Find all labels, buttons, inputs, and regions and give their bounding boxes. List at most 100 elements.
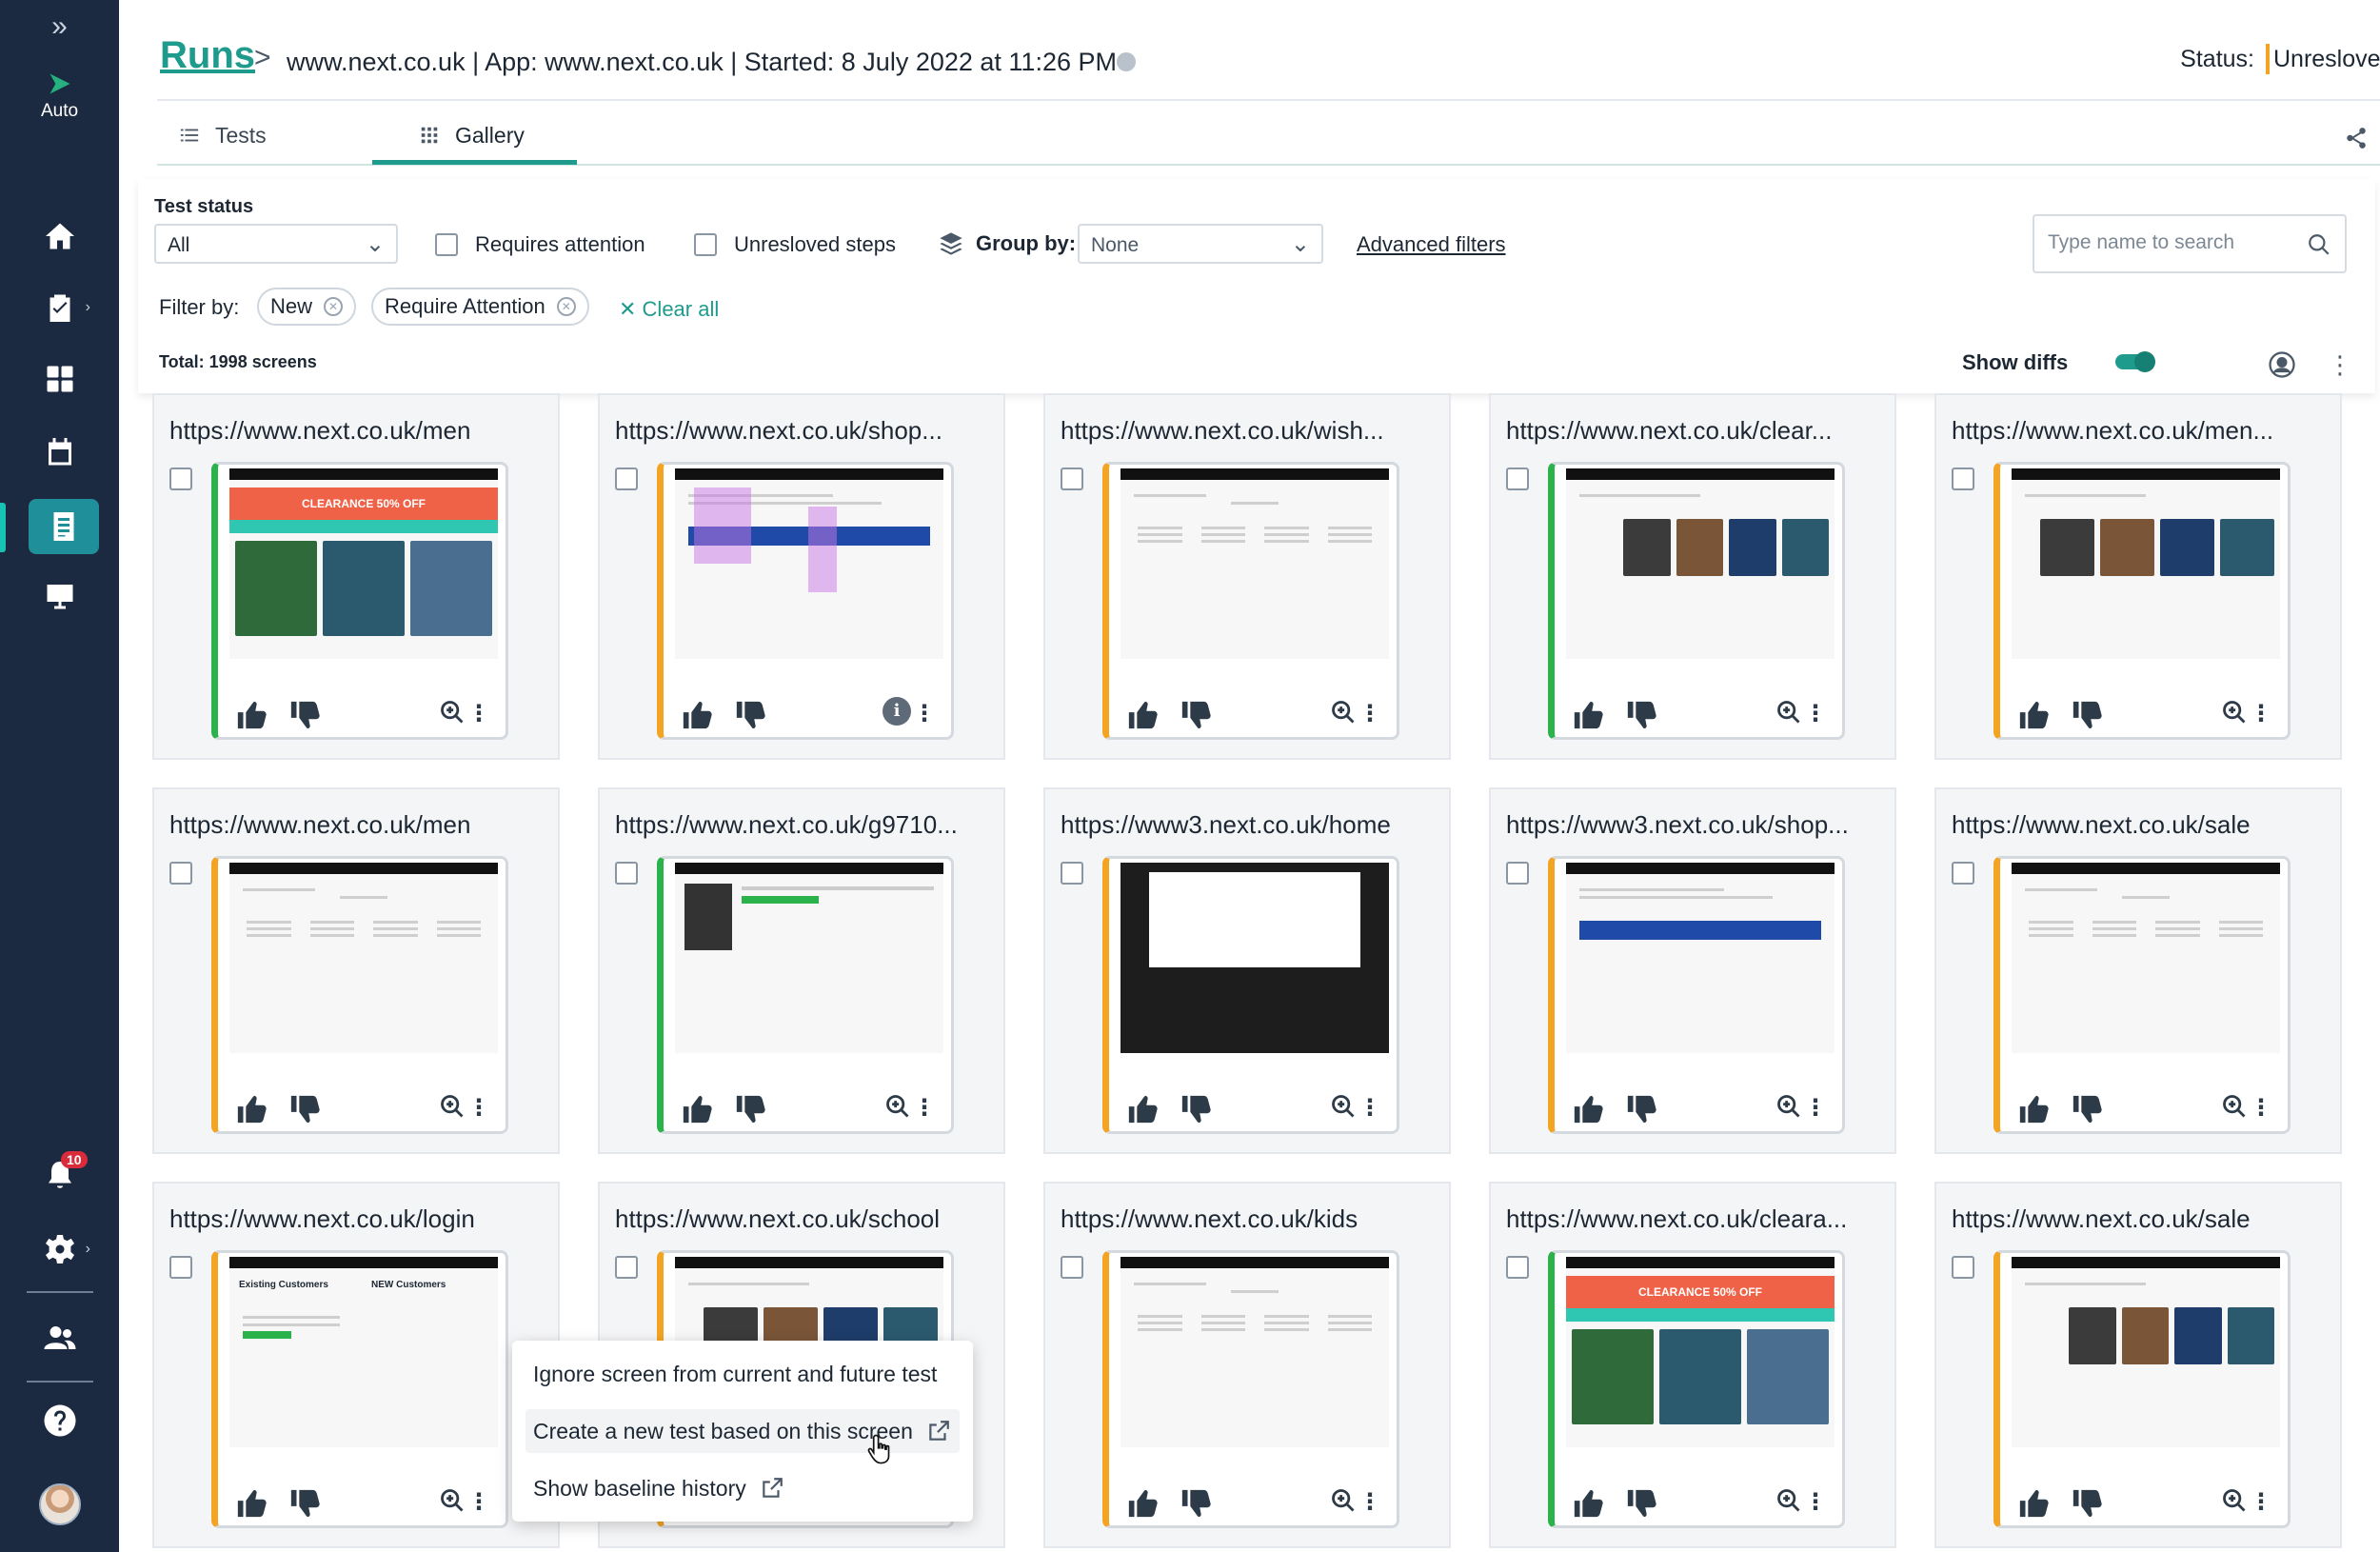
show-diffs-toggle[interactable] xyxy=(2115,351,2155,372)
screenshot-thumbnail[interactable]: ⋮ xyxy=(1548,462,1845,740)
sidebar-item-schedule[interactable] xyxy=(0,424,119,481)
card-title[interactable]: https://www.next.co.uk/sale xyxy=(1952,810,2251,840)
sidebar-item-runs[interactable] xyxy=(29,499,99,554)
card-title[interactable]: https://www.next.co.uk/login xyxy=(169,1204,475,1234)
card-select-checkbox[interactable] xyxy=(1952,862,1974,885)
screenshot-thumbnail[interactable]: i ⋮ xyxy=(657,462,954,740)
card-more-options-icon[interactable]: ⋮ xyxy=(2250,701,2272,727)
card-select-checkbox[interactable] xyxy=(169,862,192,885)
screenshot-thumbnail[interactable]: ⋮ xyxy=(1548,856,1845,1134)
screen-card[interactable]: https://www.next.co.uk/men... ⋮ xyxy=(1934,393,2342,760)
screen-card[interactable]: https://www3.next.co.uk/home ⋮ xyxy=(1043,787,1451,1154)
info-icon[interactable]: i xyxy=(883,697,911,726)
card-select-checkbox[interactable] xyxy=(1506,468,1529,490)
screen-card[interactable]: https://www.next.co.uk/wish... ⋮ xyxy=(1043,393,1451,760)
baseline-history-menu-item[interactable]: Show baseline history xyxy=(526,1466,960,1510)
checkbox-box[interactable] xyxy=(694,233,717,256)
remove-chip-icon[interactable]: ✕ xyxy=(556,297,576,316)
card-more-options-icon[interactable]: ⋮ xyxy=(1804,1095,1827,1122)
thumbs-down-icon[interactable] xyxy=(1625,1487,1657,1518)
thumbs-down-icon[interactable] xyxy=(1625,1093,1657,1124)
search-input[interactable] xyxy=(2048,231,2305,254)
sidebar-item-devices[interactable] xyxy=(0,567,119,625)
thumbs-down-icon[interactable] xyxy=(734,699,766,729)
screenshot-thumbnail[interactable]: CLEARANCE 50% OFF ⋮ xyxy=(1548,1250,1845,1528)
thumbs-up-icon[interactable] xyxy=(235,1093,268,1124)
thumbs-up-icon[interactable] xyxy=(1126,1093,1159,1124)
screen-card[interactable]: https://www3.next.co.uk/shop... ⋮ xyxy=(1489,787,1896,1154)
help-button[interactable] xyxy=(0,1392,119,1449)
breadcrumb-runs-link[interactable]: Runs xyxy=(160,34,255,77)
card-more-options-icon[interactable]: ⋮ xyxy=(913,1095,936,1122)
sidebar-item-home[interactable] xyxy=(0,208,119,265)
zoom-in-icon[interactable] xyxy=(439,699,466,726)
card-select-checkbox[interactable] xyxy=(169,1256,192,1279)
zoom-in-icon[interactable] xyxy=(2221,699,2248,726)
card-more-options-icon[interactable]: ⋮ xyxy=(467,1489,490,1516)
card-select-checkbox[interactable] xyxy=(169,468,192,490)
thumbs-down-icon[interactable] xyxy=(2071,1093,2103,1124)
card-select-checkbox[interactable] xyxy=(1061,862,1083,885)
card-title[interactable]: https://www.next.co.uk/school xyxy=(615,1204,940,1234)
screen-card[interactable]: https://www.next.co.uk/login Existing Cus… xyxy=(152,1182,560,1548)
screen-card[interactable]: https://www.next.co.uk/shop... i ⋮ xyxy=(598,393,1005,760)
screenshot-thumbnail[interactable]: ⋮ xyxy=(211,856,508,1134)
zoom-in-icon[interactable] xyxy=(884,1093,911,1120)
clear-all-filters-button[interactable]: ✕ Clear all xyxy=(619,297,719,322)
auto-mode-button[interactable]: Auto xyxy=(0,65,119,128)
thumbs-down-icon[interactable] xyxy=(1180,1093,1212,1124)
card-more-options-icon[interactable]: ⋮ xyxy=(467,1095,490,1122)
card-title[interactable]: https://www.next.co.uk/clear... xyxy=(1506,416,1832,446)
thumbs-down-icon[interactable] xyxy=(288,1093,321,1124)
screenshot-thumbnail[interactable]: ⋮ xyxy=(1102,462,1399,740)
group-by-select[interactable]: None ⌄ xyxy=(1078,224,1323,264)
more-options-icon[interactable]: ⋮ xyxy=(2328,350,2352,380)
screenshot-thumbnail[interactable]: ⋮ xyxy=(1993,856,2291,1134)
zoom-in-icon[interactable] xyxy=(1330,699,1357,726)
screen-card[interactable]: https://www.next.co.uk/sale ⋮ xyxy=(1934,787,2342,1154)
card-title[interactable]: https://www.next.co.uk/shop... xyxy=(615,416,942,446)
card-title[interactable]: https://www.next.co.uk/wish... xyxy=(1061,416,1384,446)
advanced-filters-link[interactable]: Advanced filters xyxy=(1357,232,1506,257)
zoom-in-icon[interactable] xyxy=(1330,1487,1357,1514)
unresolved-steps-checkbox[interactable]: Unresloved steps xyxy=(694,232,896,257)
thumbs-down-icon[interactable] xyxy=(2071,1487,2103,1518)
card-select-checkbox[interactable] xyxy=(1061,468,1083,490)
expand-sidebar-button[interactable]: » xyxy=(0,8,119,46)
requires-attention-checkbox[interactable]: Requires attention xyxy=(435,232,645,257)
card-more-options-icon[interactable]: ⋮ xyxy=(2250,1095,2272,1122)
card-title[interactable]: https://www.next.co.uk/men xyxy=(169,810,470,840)
card-more-options-icon[interactable]: ⋮ xyxy=(1359,1095,1381,1122)
remove-chip-icon[interactable]: ✕ xyxy=(324,297,344,316)
card-more-options-icon[interactable]: ⋮ xyxy=(913,701,936,727)
sidebar-item-dashboard[interactable] xyxy=(0,350,119,408)
thumbs-down-icon[interactable] xyxy=(1180,699,1212,729)
screen-card[interactable]: https://www.next.co.uk/men CLEARANCE 50% … xyxy=(152,393,560,760)
card-title[interactable]: https://www.next.co.uk/g9710... xyxy=(615,810,958,840)
user-circle-icon[interactable] xyxy=(2268,350,2296,379)
sidebar-item-settings[interactable]: › xyxy=(0,1221,119,1278)
checkbox-box[interactable] xyxy=(435,233,458,256)
thumbs-up-icon[interactable] xyxy=(1572,1093,1604,1124)
card-title[interactable]: https://www3.next.co.uk/shop... xyxy=(1506,810,1849,840)
card-more-options-icon[interactable]: ⋮ xyxy=(1804,701,1827,727)
card-title[interactable]: https://www3.next.co.uk/home xyxy=(1061,810,1391,840)
card-select-checkbox[interactable] xyxy=(1952,1256,1974,1279)
search-icon[interactable] xyxy=(2307,232,2331,257)
zoom-in-icon[interactable] xyxy=(1330,1093,1357,1120)
screenshot-thumbnail[interactable]: ⋮ xyxy=(1102,1250,1399,1528)
user-avatar-button[interactable] xyxy=(0,1476,119,1533)
screenshot-thumbnail[interactable]: Existing Customers NEW Customers ⋮ xyxy=(211,1250,508,1528)
thumbs-down-icon[interactable] xyxy=(2071,699,2103,729)
zoom-in-icon[interactable] xyxy=(1775,699,1802,726)
card-more-options-icon[interactable]: ⋮ xyxy=(1359,1489,1381,1516)
sidebar-item-tests[interactable]: › xyxy=(0,279,119,336)
card-select-checkbox[interactable] xyxy=(1506,1256,1529,1279)
screenshot-thumbnail[interactable]: CLEARANCE 50% OFF ⋮ xyxy=(211,462,508,740)
card-select-checkbox[interactable] xyxy=(615,862,638,885)
thumbs-up-icon[interactable] xyxy=(235,1487,268,1518)
test-status-select[interactable]: All ⌄ xyxy=(154,224,398,264)
screen-card[interactable]: https://www.next.co.uk/kids ⋮ xyxy=(1043,1182,1451,1548)
ignore-screen-menu-item[interactable]: Ignore screen from current and future te… xyxy=(526,1352,960,1396)
thumbs-up-icon[interactable] xyxy=(681,699,713,729)
